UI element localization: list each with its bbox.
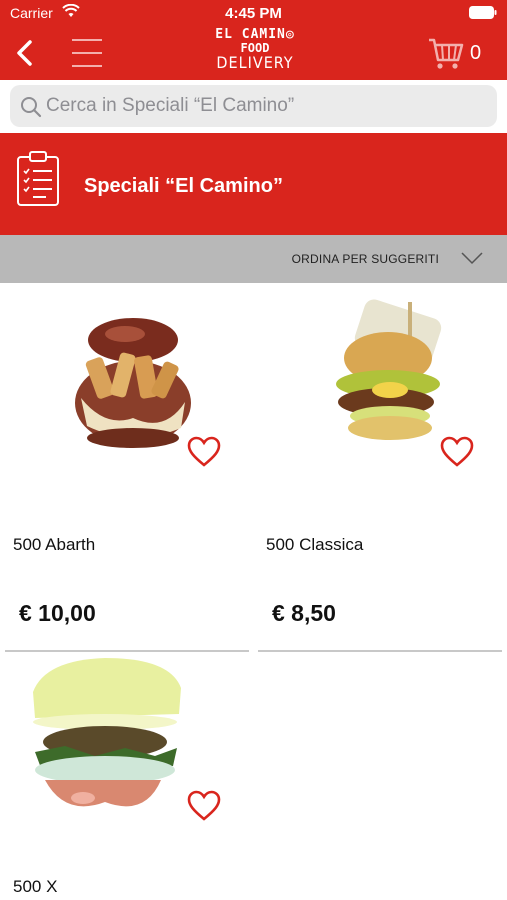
category-title: Speciali “El Camino” xyxy=(84,175,283,197)
logo-line-3: DELIVERY xyxy=(216,53,294,72)
heart-icon[interactable] xyxy=(187,790,221,827)
search-input[interactable] xyxy=(46,91,486,121)
product-price: € 8,50 xyxy=(272,600,336,626)
nav-bar: EL CAMIN◎ FOOD DELIVERY 0 xyxy=(0,26,507,80)
cart-count[interactable]: 0 xyxy=(470,42,481,65)
status-bar: Carrier 4:45 PM xyxy=(0,0,507,26)
product-name[interactable]: 500 X xyxy=(13,877,57,897)
product-card[interactable]: 500 X xyxy=(5,652,249,900)
brand-logo: EL CAMIN◎ FOOD DELIVERY xyxy=(205,28,305,78)
product-card[interactable]: 500 Classica € 8,50 xyxy=(258,298,502,654)
product-name[interactable]: 500 Abarth xyxy=(13,535,95,555)
chevron-down-icon[interactable] xyxy=(461,251,483,270)
clipboard-list-icon xyxy=(16,151,60,212)
cart-icon[interactable] xyxy=(428,36,464,70)
category-header: Speciali “El Camino” xyxy=(0,133,507,235)
heart-icon[interactable] xyxy=(440,436,474,473)
back-icon[interactable] xyxy=(12,38,40,68)
clock: 4:45 PM xyxy=(225,5,282,22)
card-divider xyxy=(258,650,502,652)
heart-icon[interactable] xyxy=(187,436,221,473)
sort-label[interactable]: ORDINA PER SUGGERITI xyxy=(292,252,439,266)
battery-icon xyxy=(469,6,497,24)
product-price: € 10,00 xyxy=(19,600,96,626)
search-icon xyxy=(20,96,42,123)
logo-line-1: EL CAMIN◎ xyxy=(215,27,295,42)
search-bar[interactable] xyxy=(10,85,497,127)
product-name[interactable]: 500 Classica xyxy=(266,535,363,555)
product-card[interactable]: 500 Abarth € 10,00 xyxy=(5,298,249,654)
sort-bar[interactable]: ORDINA PER SUGGERITI xyxy=(0,235,507,283)
hamburger-menu-icon[interactable] xyxy=(70,36,104,70)
search-section xyxy=(0,80,507,132)
